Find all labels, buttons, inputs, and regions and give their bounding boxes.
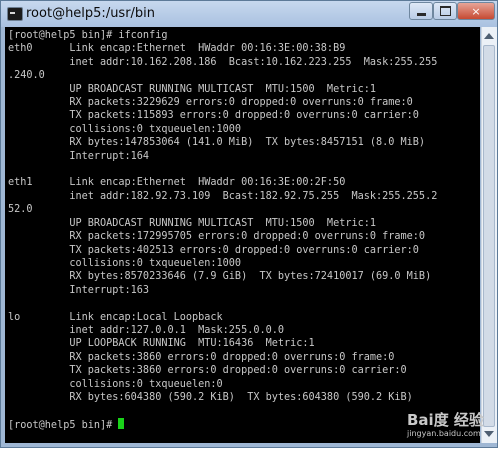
terminal-output: [root@help5 bin]# ifconfig eth0 Link enca… bbox=[5, 27, 480, 432]
close-icon: × bbox=[471, 4, 481, 18]
terminal-line: RX bytes:8570233646 (7.9 GiB) TX bytes:7… bbox=[8, 271, 432, 283]
terminal-line: eth1 Link encap:Ethernet HWaddr 00:16:3E… bbox=[8, 177, 346, 189]
terminal-line: inet addr:10.162.208.186 Bcast:10.162.22… bbox=[8, 56, 438, 68]
terminal-line: collisions:0 txqueuelen:0 bbox=[8, 378, 223, 390]
watermark-logo: Bai度 经验 bbox=[407, 411, 484, 429]
terminal-line: TX packets:115893 errors:0 dropped:0 ove… bbox=[8, 110, 419, 122]
maximize-icon bbox=[439, 6, 451, 16]
terminal-line: UP LOOPBACK RUNNING MTU:16436 Metric:1 bbox=[8, 338, 315, 350]
terminal-line: RX packets:172995705 errors:0 dropped:0 … bbox=[8, 231, 426, 243]
terminal-line: TX packets:402513 errors:0 dropped:0 ove… bbox=[8, 244, 419, 256]
terminal-line: eth0 Link encap:Ethernet HWaddr 00:16:3E… bbox=[8, 43, 346, 55]
terminal-line: RX packets:3229629 errors:0 dropped:0 ov… bbox=[8, 97, 413, 109]
text-cursor bbox=[118, 417, 125, 429]
minimize-button[interactable] bbox=[409, 2, 433, 20]
vertical-scrollbar[interactable] bbox=[481, 27, 497, 443]
scrollbar-thumb[interactable] bbox=[483, 45, 495, 427]
terminal-line: Interrupt:164 bbox=[8, 150, 150, 162]
baidu-jingyan-watermark: Bai度 经验 jingyan.baidu.com bbox=[407, 409, 489, 439]
terminal-output-area[interactable]: [root@help5 bin]# ifconfig eth0 Link enca… bbox=[5, 27, 480, 443]
terminal-line: RX bytes:147853064 (141.0 MiB) TX bytes:… bbox=[8, 137, 426, 149]
terminal-app-icon bbox=[7, 7, 23, 21]
close-button[interactable]: × bbox=[457, 2, 495, 20]
terminal-line: RX bytes:604380 (590.2 KiB) TX bytes:604… bbox=[8, 391, 413, 403]
terminal-line: lo Link encap:Local Loopback bbox=[8, 311, 223, 323]
terminal-line: TX packets:3860 errors:0 dropped:0 overr… bbox=[8, 365, 407, 377]
terminal-line: collisions:0 txqueuelen:1000 bbox=[8, 123, 242, 135]
minimize-icon bbox=[416, 12, 426, 16]
window-title: root@help5:/usr/bin bbox=[26, 6, 156, 21]
terminal-line: Interrupt:163 bbox=[8, 284, 150, 296]
terminal-window: root@help5:/usr/bin × [root@help5 bin]# … bbox=[0, 0, 498, 448]
scroll-up-arrow-icon[interactable] bbox=[484, 33, 494, 39]
terminal-line: RX packets:3860 errors:0 dropped:0 overr… bbox=[8, 351, 395, 363]
terminal-line: [root@help5 bin]# ifconfig bbox=[8, 30, 168, 41]
terminal-line: collisions:0 txqueuelen:1000 bbox=[8, 257, 242, 269]
terminal-line: 52.0 bbox=[8, 204, 33, 216]
watermark-url: jingyan.baidu.com bbox=[407, 429, 481, 438]
title-bar[interactable]: root@help5:/usr/bin × bbox=[1, 1, 497, 27]
terminal-line: inet addr:127.0.0.1 Mask:255.0.0.0 bbox=[8, 324, 285, 336]
terminal-line: inet addr:182.92.73.109 Bcast:182.92.75.… bbox=[8, 190, 438, 202]
prompt-text: [root@help5 bin]# bbox=[8, 419, 119, 431]
terminal-line: UP BROADCAST RUNNING MULTICAST MTU:1500 … bbox=[8, 83, 377, 95]
terminal-line: .240.0 bbox=[8, 70, 45, 82]
maximize-button[interactable] bbox=[433, 2, 457, 20]
terminal-line: UP BROADCAST RUNNING MULTICAST MTU:1500 … bbox=[8, 217, 377, 229]
